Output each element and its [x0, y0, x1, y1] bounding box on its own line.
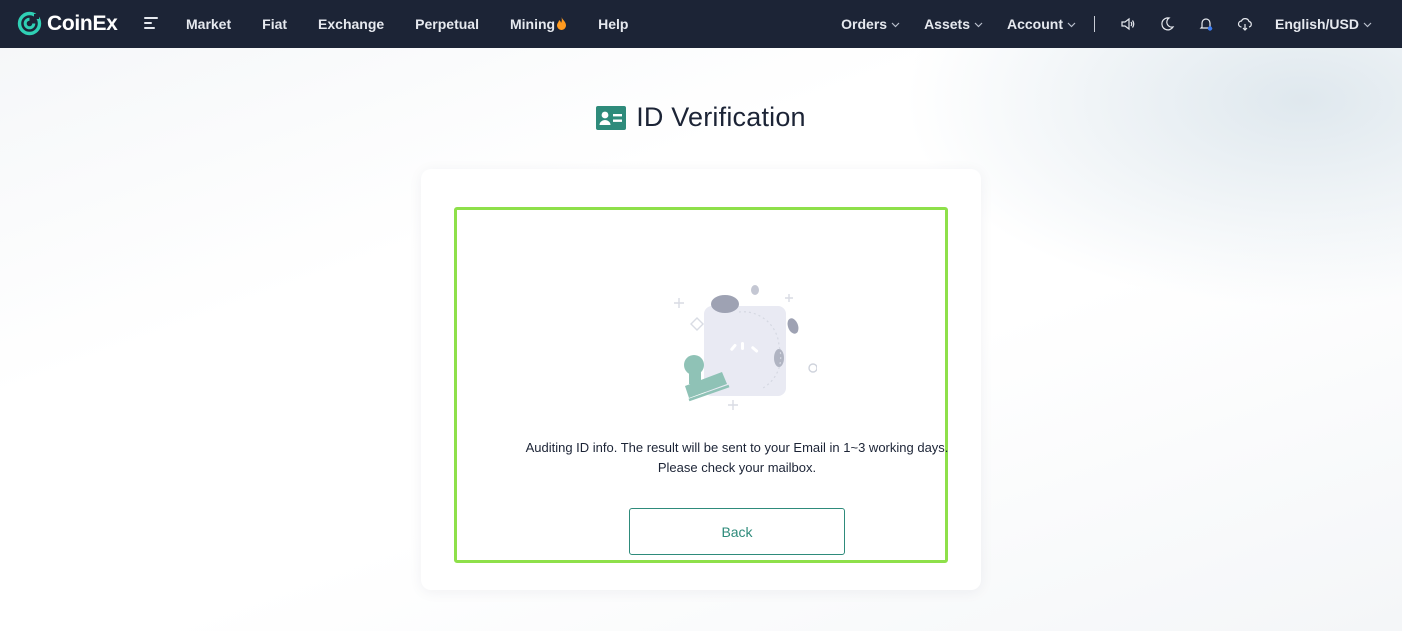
nav-help-label: Help: [598, 16, 629, 32]
page-title-row: ID Verification: [0, 102, 1402, 133]
nav-market[interactable]: Market: [186, 16, 231, 32]
nav-orders[interactable]: Orders: [841, 16, 900, 32]
nav-exchange-label: Exchange: [318, 16, 385, 32]
nav-orders-label: Orders: [841, 16, 888, 32]
top-navigation-bar: CoinEx Market Fiat Exchange Perpetual Mi…: [0, 0, 1402, 48]
back-button[interactable]: Back: [629, 508, 845, 555]
main-nav: Market Fiat Exchange Perpetual Mining He…: [186, 0, 659, 48]
nav-help[interactable]: Help: [598, 16, 628, 32]
bell-icon[interactable]: [1197, 15, 1215, 33]
audit-status-message: Auditing ID info. The result will be sen…: [525, 440, 949, 475]
nav-account-label: Account: [1006, 16, 1063, 32]
nav-fiat-label: Fiat: [262, 16, 288, 32]
nav-exchange[interactable]: Exchange: [318, 16, 384, 32]
fire-icon: [557, 17, 567, 30]
user-nav: Orders Assets Account English/USD: [841, 0, 1372, 48]
coinex-logo[interactable]: CoinEx: [17, 11, 118, 36]
language-currency-selector[interactable]: English/USD: [1275, 16, 1372, 32]
highlighted-status-region: Auditing ID info. The result will be sen…: [454, 207, 948, 563]
page-title: ID Verification: [636, 102, 806, 132]
chevron-down-icon: [1067, 22, 1076, 27]
id-card-icon: [596, 105, 627, 130]
language-label: English/USD: [1274, 16, 1359, 32]
nav-account[interactable]: Account: [1007, 16, 1076, 32]
hamburger-icon[interactable]: [144, 17, 158, 31]
coinex-logo-icon: [17, 11, 42, 36]
download-icon[interactable]: [1236, 15, 1254, 33]
nav-fiat[interactable]: Fiat: [262, 16, 287, 32]
chevron-down-icon: [1363, 22, 1372, 27]
nav-mining-label: Mining: [509, 16, 556, 32]
nav-perpetual-label: Perpetual: [415, 16, 479, 32]
nav-market-label: Market: [186, 16, 232, 32]
nav-divider: [1093, 16, 1095, 32]
chevron-down-icon: [891, 22, 900, 27]
nav-perpetual[interactable]: Perpetual: [415, 16, 479, 32]
brand-name: CoinEx: [47, 11, 118, 35]
speaker-icon[interactable]: [1119, 15, 1137, 33]
audit-stamp-illustration: [674, 285, 817, 410]
nav-assets-label: Assets: [924, 16, 970, 32]
nav-mining[interactable]: Mining: [510, 16, 567, 32]
moon-icon[interactable]: [1158, 15, 1176, 33]
chevron-down-icon: [974, 22, 983, 27]
verification-status-card: Auditing ID info. The result will be sen…: [421, 169, 981, 590]
nav-assets[interactable]: Assets: [924, 16, 983, 32]
